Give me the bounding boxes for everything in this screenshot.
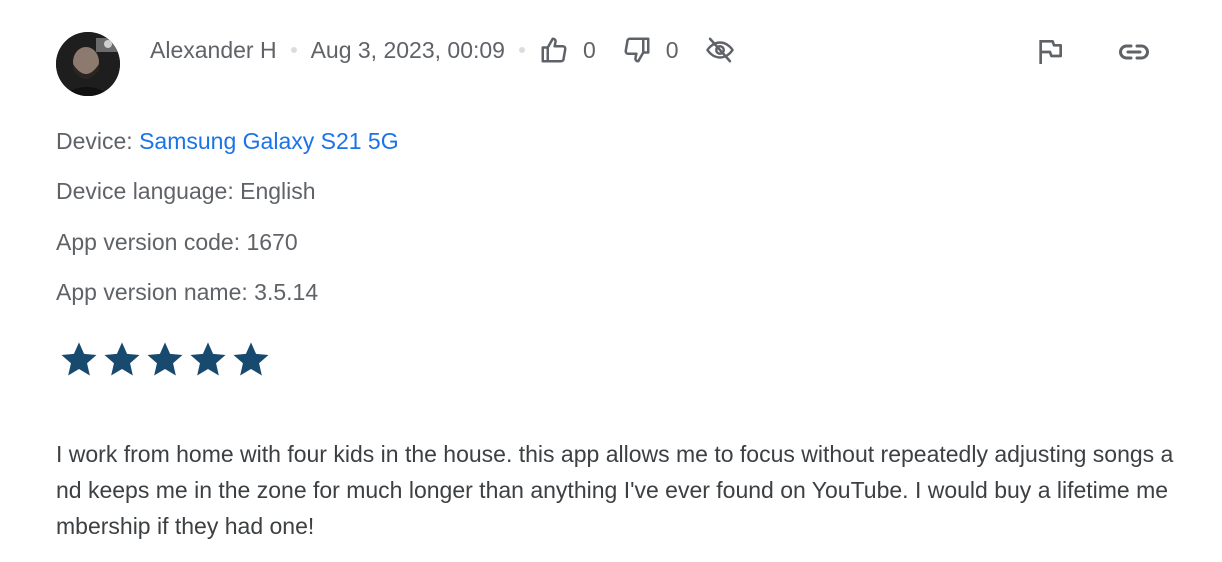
star-icon (147, 342, 183, 376)
thumbs-up-button[interactable]: 0 (539, 35, 622, 65)
flag-button[interactable] (1032, 34, 1068, 70)
copy-link-button[interactable] (1116, 34, 1152, 70)
star-icon (190, 342, 226, 376)
separator-dot (290, 47, 297, 53)
app-version-code: App version code: 1670 (56, 229, 298, 255)
thumbs-down-button[interactable]: 0 (622, 35, 705, 65)
device-line: Device: Samsung Galaxy S21 5G (56, 128, 399, 155)
star-icon (61, 342, 97, 376)
review-header: Alexander H Aug 3, 2023, 00:09 0 0 (150, 34, 735, 66)
device-language: Device language: English (56, 178, 316, 204)
thumbs-down-icon (624, 37, 650, 63)
thumbs-down-count: 0 (665, 36, 679, 63)
link-icon (1119, 44, 1149, 60)
hide-review-button[interactable] (705, 35, 735, 65)
review-date: Aug 3, 2023, 00:09 (310, 36, 505, 63)
device-label: Device: (56, 128, 140, 154)
app-version-name: App version name: 3.5.14 (56, 279, 319, 305)
star-icon (233, 342, 269, 376)
author-name: Alexander H (150, 36, 277, 63)
thumbs-up-icon (541, 37, 567, 63)
star-icon (104, 342, 140, 376)
separator-dot (518, 47, 525, 53)
eye-off-icon (705, 37, 734, 63)
flag-icon (1039, 40, 1062, 64)
device-link[interactable]: Samsung Galaxy S21 5G (139, 128, 399, 154)
review-text: I work from home with four kids in the h… (56, 441, 1174, 539)
thumbs-up-count: 0 (582, 36, 596, 63)
avatar (56, 32, 120, 96)
star-rating (58, 338, 272, 380)
